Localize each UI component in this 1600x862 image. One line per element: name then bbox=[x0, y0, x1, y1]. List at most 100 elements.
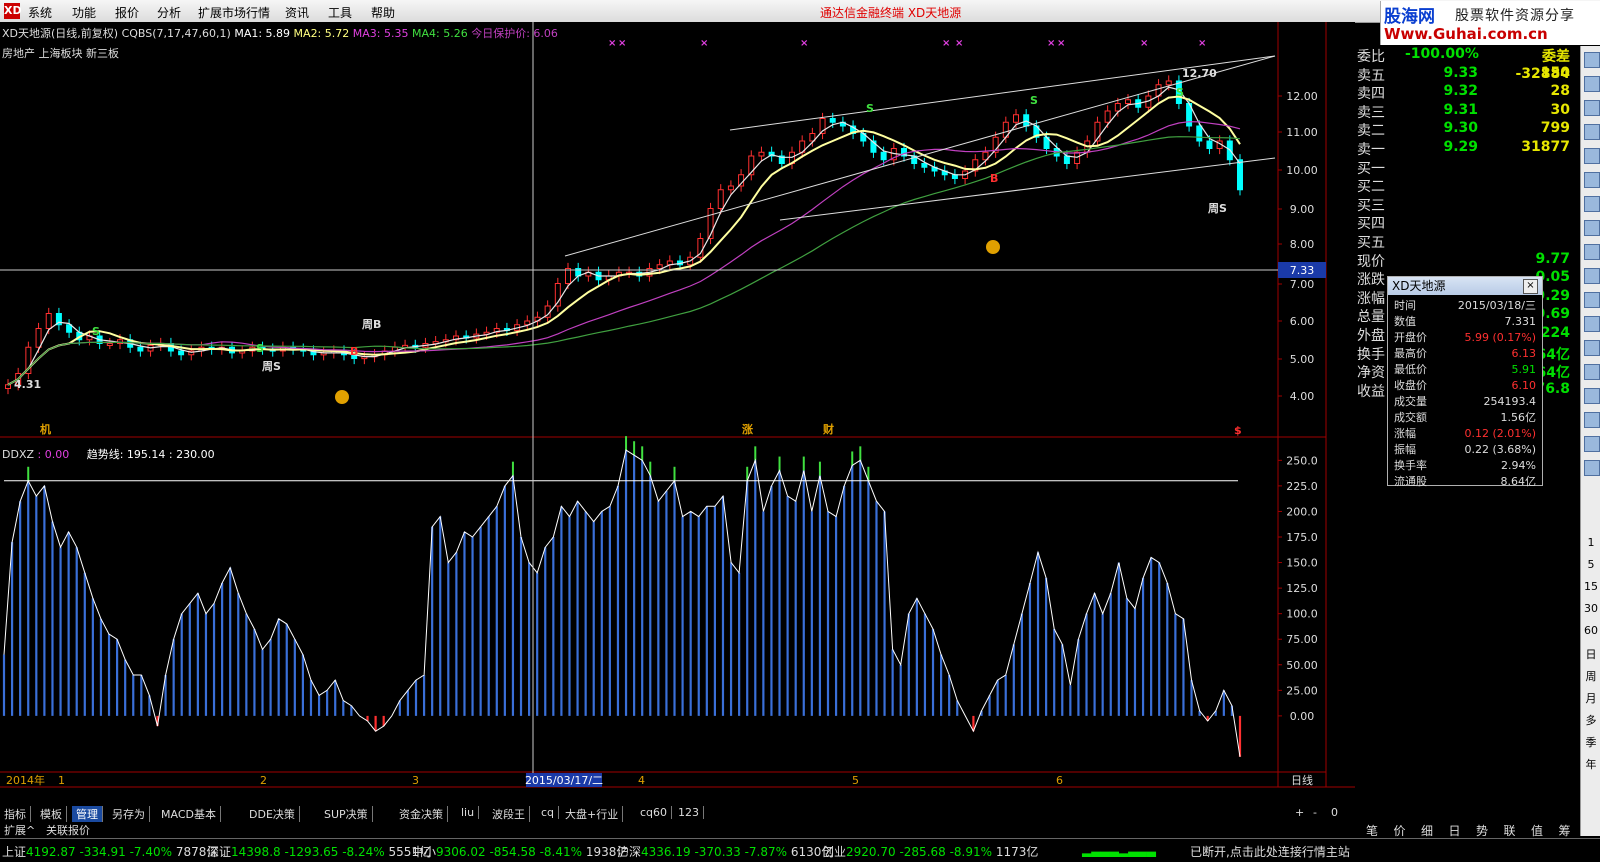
app-logo-icon: XD bbox=[4, 3, 22, 19]
toolbar-tab[interactable]: 资金决策 bbox=[395, 806, 448, 822]
right-tab[interactable]: 势 bbox=[1469, 822, 1495, 839]
tool-icon[interactable] bbox=[1584, 292, 1600, 308]
quote-volume: 9.77 bbox=[1535, 250, 1570, 267]
menu-quote[interactable]: 报价 bbox=[115, 4, 139, 21]
period-button[interactable]: 1 bbox=[1581, 536, 1600, 549]
period-button[interactable]: 周 bbox=[1581, 668, 1600, 684]
popup-row: 最低价 5.91 bbox=[1394, 361, 1536, 377]
data-window-popup[interactable]: XD天地源 × 时间 2015/03/18/三 数值 7.331 开盘价 5.99 (0.… bbox=[1387, 276, 1543, 488]
quote-label: 卖五 bbox=[1357, 67, 1385, 84]
tool-icon[interactable] bbox=[1584, 76, 1600, 92]
quote-label: 卖一 bbox=[1357, 142, 1385, 158]
limit-up-marker: 涨 bbox=[742, 422, 753, 436]
period-button[interactable]: 30 bbox=[1581, 602, 1600, 615]
tool-icon[interactable] bbox=[1584, 340, 1600, 356]
toolbar-tab[interactable]: 管理 bbox=[72, 806, 103, 822]
popup-key: 数值 bbox=[1394, 315, 1416, 328]
tool-icon[interactable] bbox=[1584, 52, 1600, 68]
kline-chart[interactable]: 12.0011.0010.009.008.007.006.005.004.00 … bbox=[0, 22, 1355, 805]
period-button[interactable]: 60 bbox=[1581, 624, 1600, 637]
toolbar-tab[interactable]: 模板 bbox=[36, 806, 67, 822]
tool-icon[interactable] bbox=[1584, 436, 1600, 452]
tool-icon[interactable] bbox=[1584, 124, 1600, 140]
indicator-tick: 50.00 bbox=[1286, 659, 1318, 672]
zoom-button[interactable]: 0 bbox=[1331, 806, 1338, 819]
right-tab[interactable]: 笔 bbox=[1359, 822, 1385, 839]
popup-key: 收盘价 bbox=[1394, 379, 1427, 392]
period-button[interactable]: 多 bbox=[1581, 712, 1600, 728]
index-quote[interactable]: 沪深4336.19 -370.33 -7.87% 6130亿 bbox=[617, 843, 833, 860]
toolbar-tab[interactable]: 另存为 bbox=[108, 806, 150, 822]
popup-key: 成交额 bbox=[1394, 411, 1427, 424]
candle-body bbox=[717, 189, 724, 209]
quote-label: 买二 bbox=[1357, 179, 1385, 196]
tool-icon[interactable] bbox=[1584, 172, 1600, 188]
toolbar-tab[interactable]: MACD基本 bbox=[157, 806, 221, 822]
index-quote[interactable]: 中小9306.02 -854.58 -8.41% 1938亿 bbox=[412, 843, 628, 860]
period-button[interactable]: 5 bbox=[1581, 558, 1600, 571]
buy-signal: B bbox=[350, 345, 358, 358]
toolbar-tab[interactable]: cq60 bbox=[636, 806, 673, 819]
toolbar-tab[interactable]: SUP决策 bbox=[320, 806, 373, 822]
period-button[interactable]: 季 bbox=[1581, 734, 1600, 750]
ext-tab[interactable]: 扩展^ bbox=[4, 822, 35, 838]
right-tab[interactable]: 联 bbox=[1497, 822, 1523, 839]
popup-title[interactable]: XD天地源 bbox=[1388, 277, 1542, 295]
index-quote[interactable]: 创业2920.70 -285.68 -8.91% 1173亿 bbox=[822, 843, 1038, 860]
quote-label: 总量 bbox=[1357, 309, 1385, 326]
menu-analysis[interactable]: 分析 bbox=[157, 4, 181, 21]
close-icon[interactable]: × bbox=[1523, 279, 1538, 294]
brand-banner[interactable]: 股海网 股票软件资源分享 Www.Guhai.com.cn bbox=[1380, 1, 1600, 45]
toolbar-tab[interactable]: 波段王 bbox=[488, 806, 530, 822]
zoom-button[interactable]: - bbox=[1313, 806, 1317, 819]
tool-icon[interactable] bbox=[1584, 388, 1600, 404]
month-label: 6 bbox=[1056, 774, 1063, 787]
period-button[interactable]: 月 bbox=[1581, 690, 1600, 706]
toolbar-tab[interactable]: DDE决策 bbox=[245, 806, 300, 822]
tool-icon[interactable] bbox=[1584, 220, 1600, 236]
related-quote-tab[interactable]: 关联报价 bbox=[46, 822, 90, 838]
toolbar-tab[interactable]: liu bbox=[457, 806, 480, 819]
menu-help[interactable]: 帮助 bbox=[371, 4, 395, 21]
candle-body bbox=[727, 185, 734, 191]
right-tab[interactable]: 价 bbox=[1387, 822, 1413, 839]
toolbar-tab[interactable]: 123 bbox=[674, 806, 704, 819]
quote-volume: 150 bbox=[1540, 64, 1570, 81]
period-button[interactable]: 15 bbox=[1581, 580, 1600, 593]
tool-icon[interactable] bbox=[1584, 100, 1600, 116]
popup-value: 6.10 bbox=[1511, 378, 1537, 392]
right-tab[interactable]: 筹 bbox=[1552, 822, 1578, 839]
menu-tools[interactable]: 工具 bbox=[328, 4, 352, 21]
toolbar-tab[interactable]: cq bbox=[537, 806, 560, 819]
quote-row: 买四 bbox=[1355, 213, 1580, 232]
tool-icon[interactable] bbox=[1584, 460, 1600, 476]
connection-status[interactable]: 已断开,点击此处连接行情主站 bbox=[1190, 843, 1350, 860]
indicator-tick: 250.0 bbox=[1286, 454, 1318, 467]
index-quote[interactable]: 深证14398.8 -1293.65 -8.24% 5551亿 bbox=[207, 843, 431, 860]
toolbar-tab[interactable]: 指标 bbox=[0, 806, 31, 822]
tool-icon[interactable] bbox=[1584, 316, 1600, 332]
quote-price: 9.32 bbox=[1443, 83, 1478, 100]
price-tick: 10.00 bbox=[1286, 164, 1318, 177]
tool-icon[interactable] bbox=[1584, 268, 1600, 284]
period-button[interactable]: 日 bbox=[1581, 646, 1600, 662]
menu-news[interactable]: 资讯 bbox=[285, 4, 309, 21]
toolbar-tab[interactable]: 大盘+行业 bbox=[561, 806, 624, 822]
index-quote[interactable]: 上证4192.87 -334.91 -7.40% 7878亿 bbox=[2, 843, 218, 860]
candle-body bbox=[35, 328, 42, 348]
menu-function[interactable]: 功能 bbox=[72, 4, 96, 21]
right-tab[interactable]: 值 bbox=[1524, 822, 1550, 839]
tool-icon[interactable] bbox=[1584, 364, 1600, 380]
tool-icon[interactable] bbox=[1584, 244, 1600, 260]
right-tab[interactable]: 日 bbox=[1442, 822, 1468, 839]
zoom-button[interactable]: + bbox=[1295, 806, 1304, 819]
dividend-marker: $ bbox=[1234, 424, 1242, 437]
tool-icon[interactable] bbox=[1584, 412, 1600, 428]
period-button[interactable]: 年 bbox=[1581, 756, 1600, 772]
right-tab[interactable]: 细 bbox=[1414, 822, 1440, 839]
indicator-value: : 0.00 bbox=[37, 448, 70, 461]
menu-ext-market[interactable]: 扩展市场行情 bbox=[198, 4, 270, 21]
tool-icon[interactable] bbox=[1584, 148, 1600, 164]
menu-system[interactable]: 系统 bbox=[28, 4, 52, 21]
tool-icon[interactable] bbox=[1584, 196, 1600, 212]
